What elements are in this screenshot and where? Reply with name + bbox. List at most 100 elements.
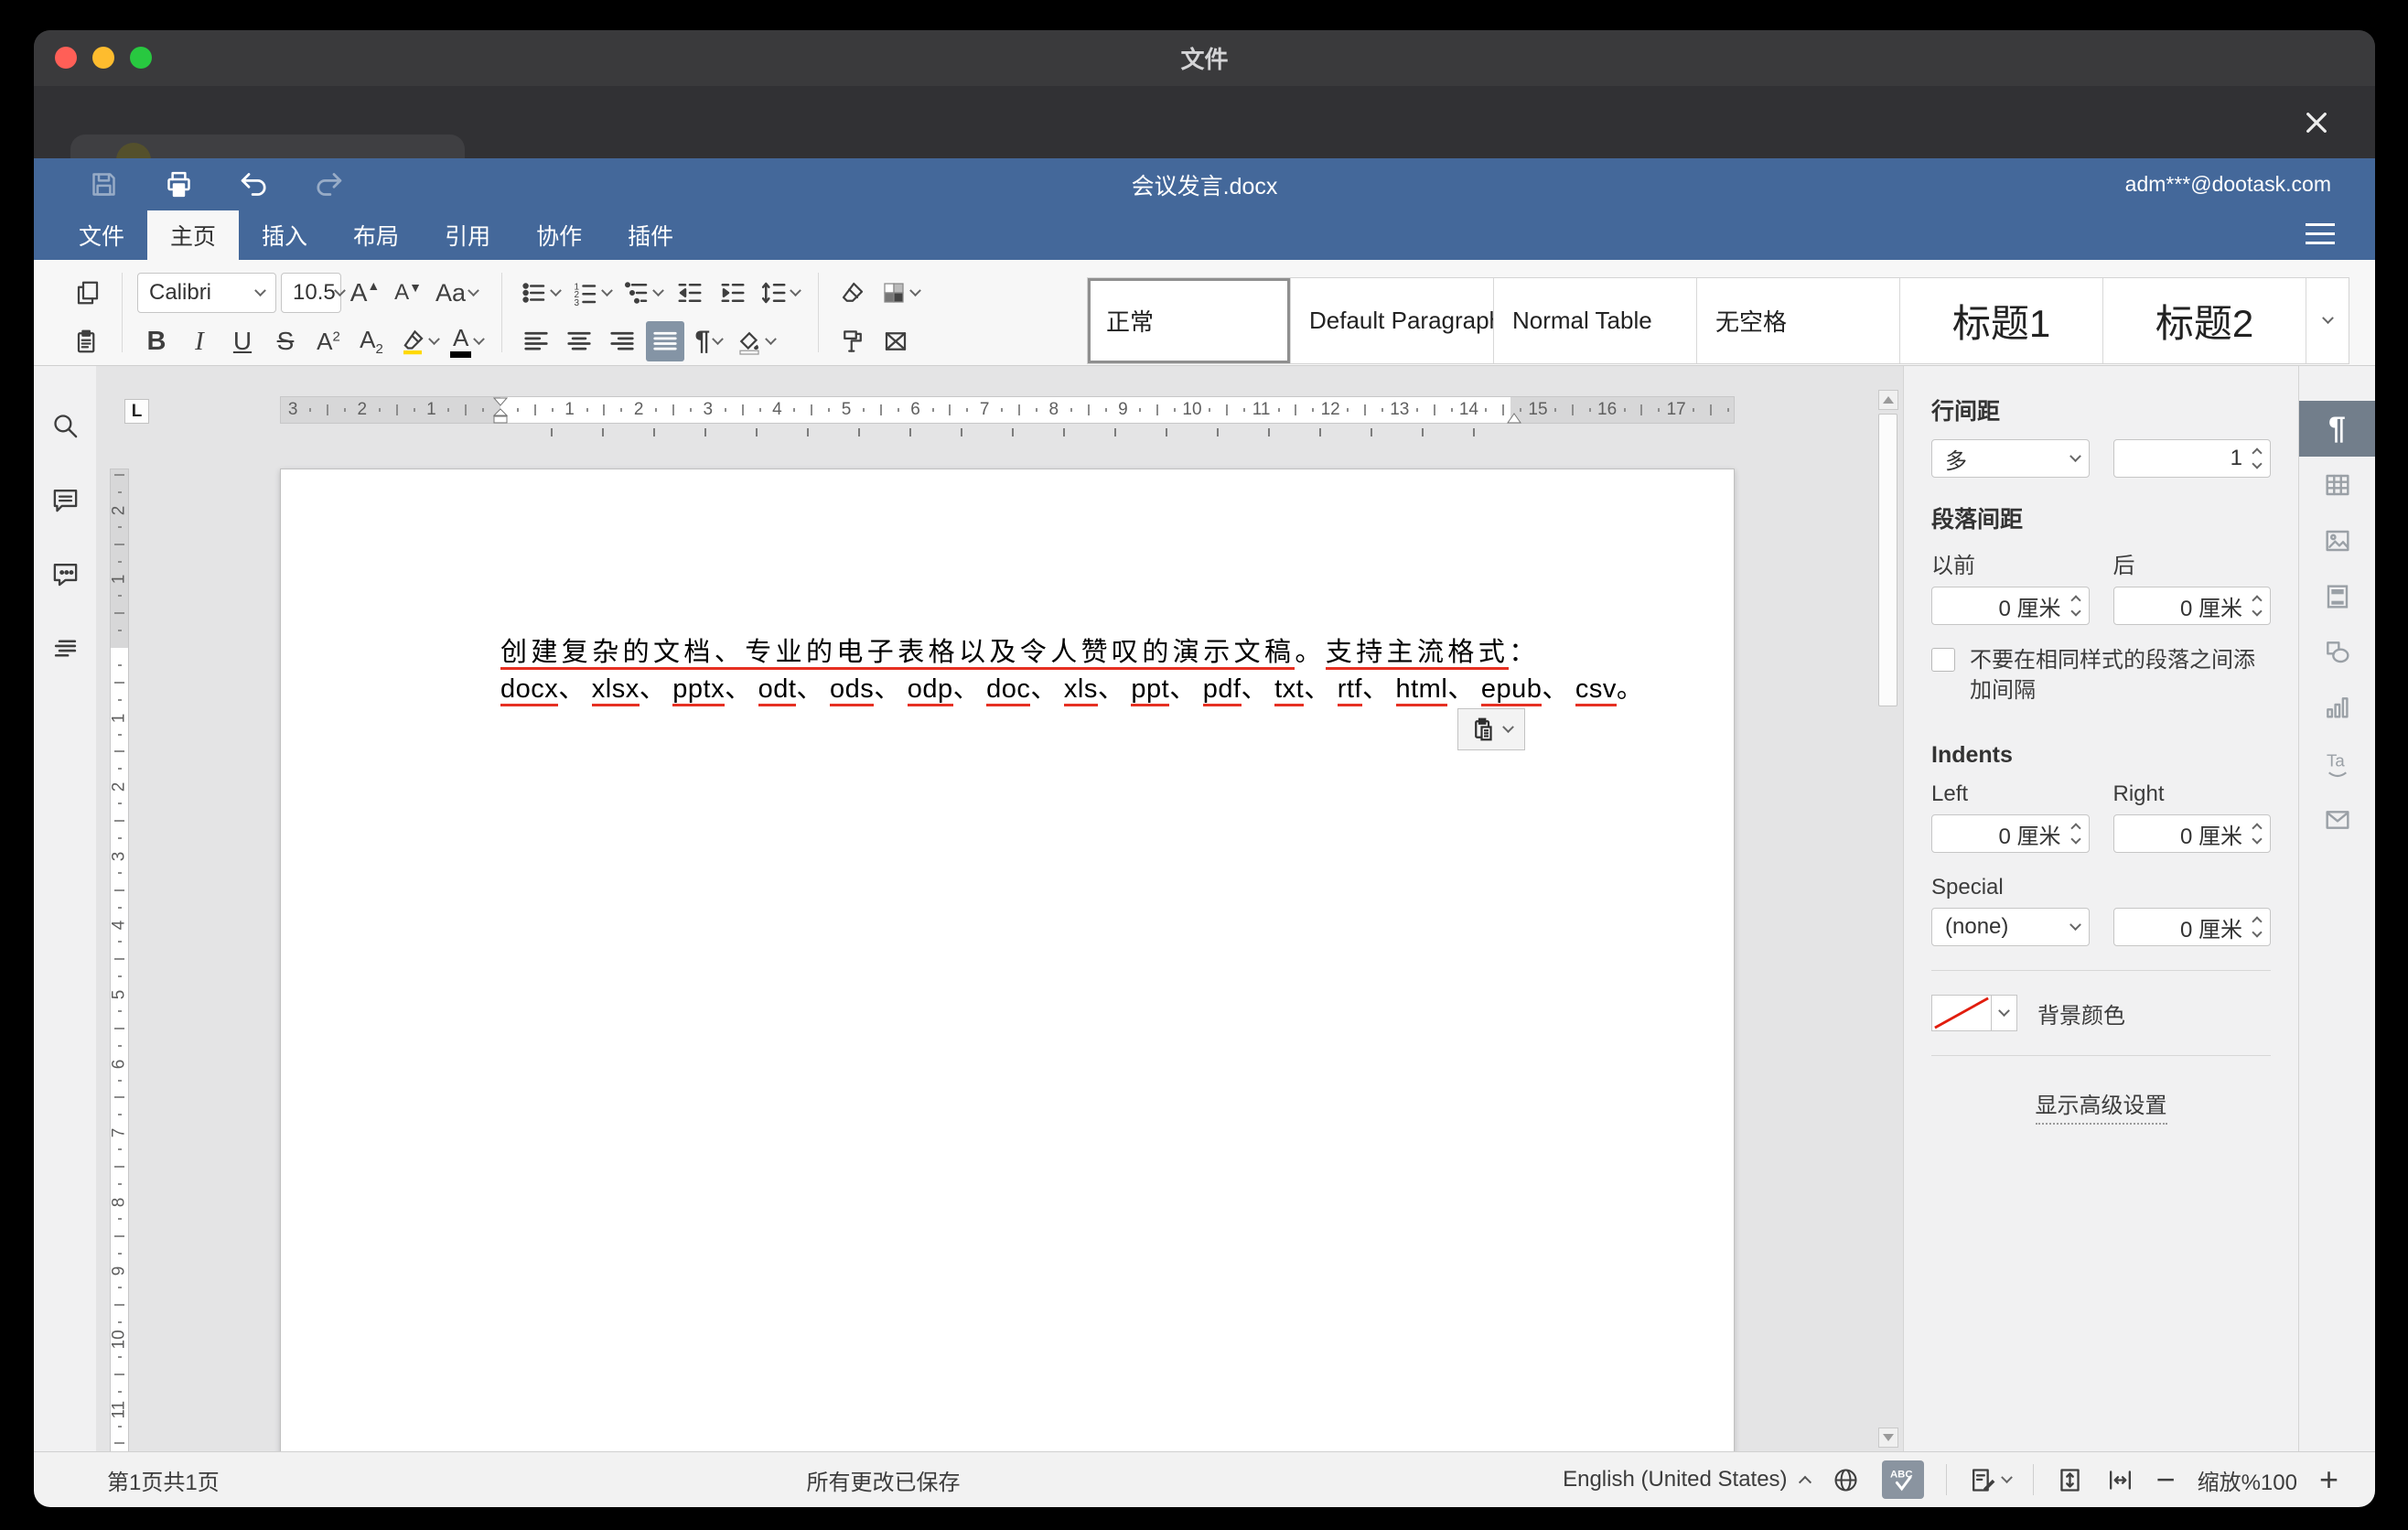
right-indent-marker-icon[interactable] xyxy=(1507,412,1521,428)
background-color-picker[interactable] xyxy=(1931,995,2017,1031)
mailmerge-settings-button[interactable] xyxy=(2299,792,2376,847)
bullets-button[interactable] xyxy=(517,273,564,313)
copy-button[interactable] xyxy=(69,273,107,313)
align-left-button[interactable] xyxy=(517,321,555,361)
fit-page-icon[interactable] xyxy=(2056,1466,2084,1494)
menu-icon[interactable] xyxy=(2306,223,2335,244)
advanced-settings-link[interactable]: 显示高级设置 xyxy=(2036,1087,2167,1125)
align-justify-button[interactable] xyxy=(646,321,684,361)
scroll-down-icon[interactable] xyxy=(1878,1428,1898,1448)
superscript-button[interactable]: A2 xyxy=(309,321,348,361)
strikeout-button[interactable]: S xyxy=(266,321,305,361)
font-color-button[interactable]: A xyxy=(446,321,487,361)
spacing-after-spinner[interactable]: 0 厘米 xyxy=(2113,587,2272,625)
zoom-out-button[interactable]: − xyxy=(2156,1463,2176,1496)
spacing-before-spinner[interactable]: 0 厘米 xyxy=(1931,587,2090,625)
italic-button[interactable]: I xyxy=(180,321,219,361)
style-item[interactable]: 无空格 xyxy=(1697,278,1900,363)
spinner-arrows-icon[interactable] xyxy=(2253,824,2261,843)
minimize-window-button[interactable] xyxy=(92,47,114,69)
font-size-select[interactable]: 10.5 xyxy=(281,273,341,313)
style-item[interactable]: Default Paragraph xyxy=(1291,278,1494,363)
change-case-button[interactable]: Aa xyxy=(432,273,481,313)
scrollbar-thumb[interactable] xyxy=(1878,414,1897,706)
style-item[interactable]: Normal Table xyxy=(1494,278,1697,363)
image-settings-button[interactable] xyxy=(2299,512,2376,568)
tab-主页[interactable]: 主页 xyxy=(147,210,239,260)
tab-协作[interactable]: 协作 xyxy=(513,210,605,260)
tab-布局[interactable]: 布局 xyxy=(330,210,422,260)
paste-options-button[interactable] xyxy=(1457,708,1525,750)
chart-settings-button[interactable] xyxy=(2299,680,2376,736)
special-select[interactable]: (none) xyxy=(1931,908,2090,946)
close-icon[interactable] xyxy=(2300,106,2333,139)
close-window-button[interactable] xyxy=(55,47,77,69)
subscript-button[interactable]: A2 xyxy=(352,321,391,361)
shading-button[interactable] xyxy=(732,321,779,361)
numbering-button[interactable]: 123 xyxy=(568,273,615,313)
special-amount-spinner[interactable]: 0 厘米 xyxy=(2113,908,2272,946)
zoom-window-button[interactable] xyxy=(130,47,152,69)
search-button[interactable] xyxy=(51,412,80,445)
spinner-arrows-icon[interactable] xyxy=(2253,918,2261,936)
indent-right-spinner[interactable]: 0 厘米 xyxy=(2113,814,2272,853)
indent-markers-icon[interactable] xyxy=(492,397,509,429)
same-style-checkbox[interactable] xyxy=(1931,648,1955,672)
textart-settings-button[interactable]: Ta xyxy=(2299,736,2376,792)
track-changes-icon[interactable] xyxy=(1969,1466,2011,1494)
style-gallery-expand-button[interactable] xyxy=(2306,278,2349,363)
table-settings-button[interactable] xyxy=(2299,457,2376,512)
paragraph-settings-button[interactable]: ¶ xyxy=(2299,401,2376,457)
multilevel-button[interactable] xyxy=(619,273,666,313)
style-item[interactable]: 标题1 xyxy=(1900,278,2103,363)
highlight-button[interactable] xyxy=(395,321,442,361)
decrease-font-button[interactable]: A▼ xyxy=(389,273,427,313)
underline-button[interactable]: U xyxy=(223,321,262,361)
spellcheck-icon[interactable]: ABC xyxy=(1882,1460,1924,1499)
tabstop-selector[interactable]: L xyxy=(124,399,149,424)
mailmerge-button[interactable] xyxy=(876,321,915,361)
clear-style-button[interactable] xyxy=(833,273,872,313)
undo-button[interactable] xyxy=(237,168,270,201)
spinner-arrows-icon[interactable] xyxy=(2253,449,2261,468)
comment-button[interactable] xyxy=(51,486,80,519)
line-spacing-button[interactable] xyxy=(757,273,803,313)
spinner-arrows-icon[interactable] xyxy=(2072,597,2080,615)
tab-插件[interactable]: 插件 xyxy=(605,210,696,260)
fit-width-icon[interactable] xyxy=(2106,1466,2134,1494)
document-page[interactable]: 创建复杂的文档、专业的电子表格以及令人赞叹的演示文稿。支持主流格式： docx、… xyxy=(280,469,1735,1451)
zoom-in-button[interactable]: + xyxy=(2319,1463,2338,1496)
document-canvas[interactable]: L 3211234567891011121314151617 211234567… xyxy=(96,366,1903,1451)
horizontal-ruler[interactable]: 3211234567891011121314151617 xyxy=(280,396,1735,424)
decrease-indent-button[interactable] xyxy=(671,273,709,313)
nonprinting-button[interactable]: ¶ xyxy=(689,321,727,361)
font-name-select[interactable]: Calibri xyxy=(137,273,276,313)
increase-indent-button[interactable] xyxy=(714,273,752,313)
line-spacing-select[interactable]: 多 xyxy=(1931,439,2090,478)
shape-settings-button[interactable] xyxy=(2299,624,2376,680)
spinner-arrows-icon[interactable] xyxy=(2072,824,2080,843)
align-right-button[interactable] xyxy=(603,321,641,361)
chat-button[interactable] xyxy=(51,560,80,593)
increase-font-button[interactable]: A▲ xyxy=(346,273,384,313)
paste-button[interactable] xyxy=(69,321,107,361)
print-button[interactable] xyxy=(162,168,195,201)
align-center-button[interactable] xyxy=(560,321,598,361)
tab-文件[interactable]: 文件 xyxy=(56,210,147,260)
style-item[interactable]: 标题2 xyxy=(2103,278,2306,363)
bold-button[interactable]: B xyxy=(137,321,176,361)
color-scheme-button[interactable] xyxy=(876,273,923,313)
line-spacing-count-spinner[interactable]: 1 xyxy=(2113,439,2272,478)
spinner-arrows-icon[interactable] xyxy=(2253,597,2261,615)
tab-插入[interactable]: 插入 xyxy=(239,210,330,260)
headerfooter-settings-button[interactable] xyxy=(2299,568,2376,624)
vertical-scrollbar[interactable] xyxy=(1878,390,1898,1448)
style-item[interactable]: 正常 xyxy=(1088,278,1291,363)
copy-style-button[interactable] xyxy=(833,321,872,361)
tab-引用[interactable]: 引用 xyxy=(422,210,513,260)
indent-left-spinner[interactable]: 0 厘米 xyxy=(1931,814,2090,853)
outline-button[interactable] xyxy=(51,634,80,667)
vertical-ruler[interactable]: 211234567891011 xyxy=(110,469,129,1451)
set-language-icon[interactable] xyxy=(1832,1466,1860,1494)
scroll-up-icon[interactable] xyxy=(1878,390,1898,410)
